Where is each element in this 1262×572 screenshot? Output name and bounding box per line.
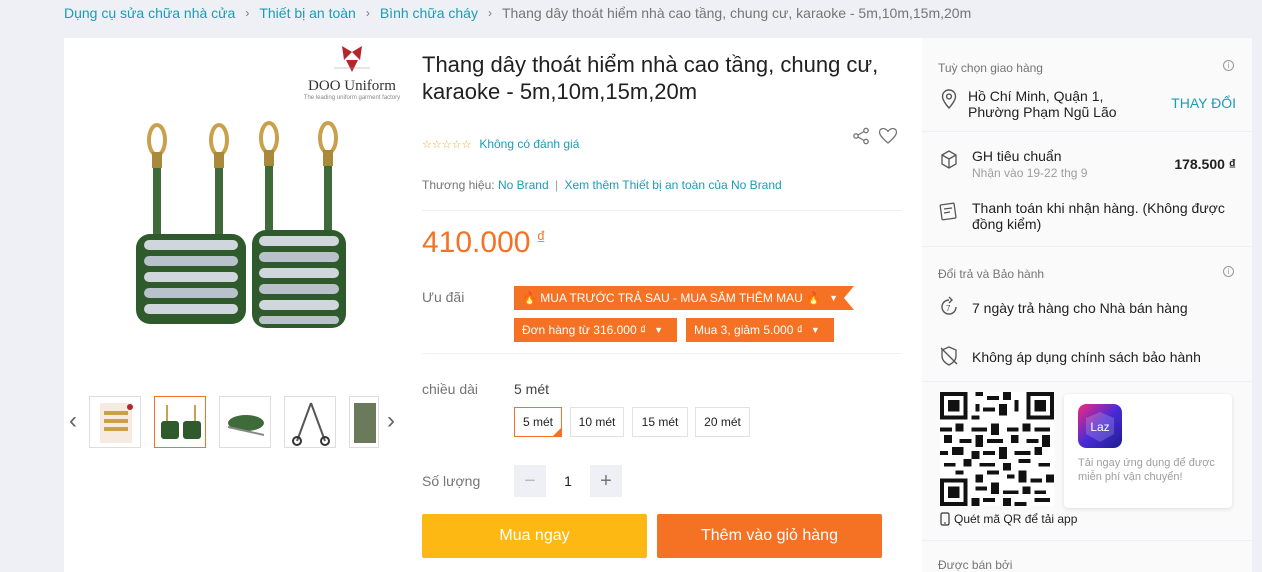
quantity-input[interactable]: 1: [548, 465, 588, 497]
lazada-app-logo: Laz: [1078, 404, 1122, 448]
variant-option-10m[interactable]: 10 mét: [570, 407, 624, 437]
price-value: 410.000: [422, 226, 531, 259]
add-to-cart-button[interactable]: Thêm vào giỏ hàng: [657, 514, 882, 558]
caret-down-icon: ▼: [810, 325, 820, 335]
change-address-button[interactable]: THAY ĐỔI: [1171, 95, 1236, 111]
qr-code-image: [940, 392, 1054, 506]
info-icon[interactable]: i: [1223, 60, 1234, 71]
app-download-card[interactable]: Laz Tải ngay ứng dụng để được miễn phí v…: [1064, 394, 1232, 508]
product-gallery: DOO Uniform The leading uniform garment …: [64, 38, 406, 572]
thumbnail-5[interactable]: [349, 396, 379, 448]
brand-more-link[interactable]: Xem thêm Thiết bị an toàn của No Brand: [564, 178, 781, 192]
app-download-text: Tải ngay ứng dụng để được miễn phí vận c…: [1078, 457, 1215, 483]
thumbnail-image: [227, 415, 265, 436]
variant-label: chiều dài: [422, 381, 479, 397]
no-warranty-icon: [940, 346, 958, 366]
breadcrumb-link-fire-extinguisher[interactable]: Bình chữa cháy: [380, 5, 478, 21]
thumbnail-prev-button[interactable]: ‹: [66, 407, 80, 435]
price-currency: ₫: [536, 228, 546, 248]
chevron-right-icon: ›: [245, 6, 250, 20]
svg-text:7: 7: [946, 304, 951, 313]
thumbnail-3[interactable]: [219, 396, 271, 448]
promo-banner-text: 🔥 MUA TRƯỚC TRẢ SAU - MUA SẮM THÊM MAU 🔥: [522, 291, 822, 305]
brand-logo: DOO Uniform The leading uniform garment …: [302, 46, 402, 101]
thumbnail-image: [292, 402, 330, 446]
divider: [422, 353, 902, 354]
shipping-fee: 178.500 ₫: [1174, 156, 1236, 172]
chevron-right-icon: ›: [365, 6, 370, 20]
qr-caption-text: Quét mã QR để tải app: [954, 512, 1078, 526]
product-details: Thang dây thoát hiểm nhà cao tầng, chung…: [422, 38, 902, 558]
breadcrumb-link-safety-equipment[interactable]: Thiết bị an toàn: [259, 5, 356, 21]
cod-text: Thanh toán khi nhận hàng. (Không được đồ…: [972, 200, 1225, 232]
star-rating-icon: ☆☆☆☆☆: [422, 138, 472, 151]
lazada-logo-text: Laz: [1090, 420, 1109, 434]
caret-down-icon: ▼: [654, 325, 664, 335]
rating-row: ☆☆☆☆☆ Không có đánh giá: [422, 127, 902, 153]
bowtie-logo-icon: [334, 46, 370, 72]
thumbnail-image: [100, 403, 133, 443]
promotions-label: Ưu đãi: [422, 289, 465, 305]
divider: [922, 381, 1252, 382]
return-policy-text: 7 ngày trả hàng cho Nhà bán hàng: [972, 300, 1188, 316]
logo-tagline: The leading uniform garment factory: [303, 95, 401, 101]
quantity-label: Số lượng: [422, 473, 481, 489]
delivery-options-title: Tuỳ chọn giao hàng: [938, 61, 1043, 75]
delivery-address: Hồ Chí Minh, Quận 1, Phường Phạm Ngũ Lão: [968, 88, 1117, 120]
breadcrumb-current: Thang dây thoát hiểm nhà cao tầng, chung…: [501, 5, 972, 21]
brand-row: Thương hiệu: No Brand | Xem thêm Thiết b…: [422, 178, 782, 192]
voucher-order-min[interactable]: Đơn hàng từ 316.000 ₫ ▼: [514, 318, 677, 342]
share-icon[interactable]: [852, 127, 870, 145]
divider: [922, 540, 1252, 541]
seller-title: Được bán bởi: [938, 558, 1013, 572]
thumbnail-2[interactable]: [154, 396, 206, 448]
thumbnail-image: [161, 405, 201, 439]
brand-label: Thương hiệu:: [422, 178, 495, 192]
quantity-decrease-button[interactable]: −: [514, 465, 546, 497]
share-actions: [852, 127, 898, 145]
voucher-buy-3[interactable]: Mua 3, giảm 5.000 ₫ ▼: [686, 318, 834, 342]
logo-name: DOO Uniform: [308, 78, 396, 94]
heart-icon[interactable]: [878, 127, 898, 145]
product-title: Thang dây thoát hiểm nhà cao tầng, chung…: [422, 52, 879, 104]
variant-option-5m[interactable]: 5 mét: [514, 407, 562, 437]
divider: [922, 131, 1252, 132]
variant-option-15m[interactable]: 15 mét: [632, 407, 688, 437]
voucher-text: Mua 3, giảm 5.000 ₫: [694, 323, 803, 337]
thumbnail-image: [354, 403, 376, 443]
thumbnail-next-button[interactable]: ›: [384, 407, 398, 435]
brand-name-link[interactable]: No Brand: [498, 178, 549, 192]
shipping-name: GH tiêu chuẩn: [972, 148, 1062, 164]
divider: [922, 246, 1252, 247]
breadcrumb: Dụng cụ sửa chữa nhà cửa › Thiết bị an t…: [64, 4, 971, 22]
chevron-right-icon: ›: [487, 6, 492, 20]
no-rating-link[interactable]: Không có đánh giá: [479, 137, 579, 151]
quantity-increase-button[interactable]: +: [590, 465, 622, 497]
product-price: 410.000 ₫: [422, 226, 546, 260]
return-icon: 7: [941, 296, 957, 315]
product-card: DOO Uniform The leading uniform garment …: [64, 38, 922, 572]
warranty-text: Không áp dụng chính sách bảo hành: [972, 349, 1201, 365]
thumbnail-1[interactable]: [89, 396, 141, 448]
breadcrumb-link-repair-tools[interactable]: Dụng cụ sửa chữa nhà cửa: [64, 5, 235, 21]
thumbnail-4[interactable]: [284, 396, 336, 448]
delivery-box-icon: [941, 150, 957, 169]
shipping-eta: Nhận vào 19-22 thg 9: [972, 166, 1088, 180]
qr-caption: Quét mã QR để tải app: [940, 512, 1077, 526]
product-main-image[interactable]: DOO Uniform The leading uniform garment …: [64, 38, 406, 383]
returns-title: Đổi trả và Bảo hành: [938, 267, 1045, 281]
voucher-text: Đơn hàng từ 316.000 ₫: [522, 323, 647, 337]
divider: [422, 210, 902, 211]
info-icon[interactable]: i: [1223, 266, 1234, 277]
thumbnail-strip: ‹ ›: [64, 393, 406, 451]
promo-banner-bnpl[interactable]: 🔥 MUA TRƯỚC TRẢ SAU - MUA SẮM THÊM MAU 🔥…: [514, 286, 855, 310]
variant-selected-value: 5 mét: [514, 381, 550, 397]
caret-down-icon: ▼: [829, 293, 839, 303]
delivery-sidebar: Tuỳ chọn giao hàng i Hồ Chí Minh, Quận 1…: [922, 38, 1252, 572]
location-pin-icon: [941, 89, 957, 110]
cash-on-delivery-icon: [939, 202, 957, 221]
variant-option-20m[interactable]: 20 mét: [695, 407, 750, 437]
phone-icon: [940, 512, 950, 526]
buy-now-button[interactable]: Mua ngay: [422, 514, 647, 558]
